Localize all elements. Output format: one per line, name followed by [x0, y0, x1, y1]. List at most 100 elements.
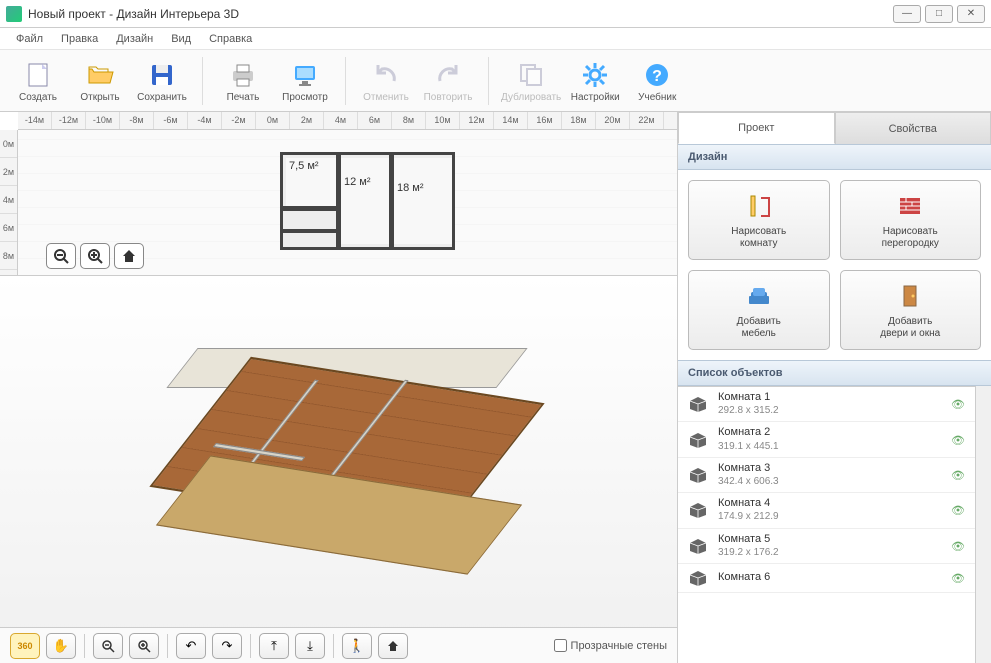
floorplan-2d[interactable]: 7,5 м² 12 м² 18 м² — [280, 152, 455, 250]
visibility-icon[interactable]: 👁 — [951, 572, 967, 584]
list-item[interactable]: Комната 1292.8 x 315.2 👁 — [678, 387, 975, 422]
duplicate-label: Дублировать — [501, 92, 561, 103]
side-panel: Проект Свойства Дизайн Нарисовать комнат… — [678, 112, 991, 663]
tab-project[interactable]: Проект — [678, 112, 835, 144]
view-3d-toolbar: 360 ✋ ↶ ↷ ⤒ ⤓ 🚶 Прозрачные стены — [0, 627, 677, 663]
undo-icon — [370, 59, 402, 91]
app-icon — [6, 6, 22, 22]
room-2d-1[interactable]: 7,5 м² — [286, 158, 336, 206]
transparent-walls-label: Прозрачные стены — [571, 640, 667, 652]
visibility-icon[interactable]: 👁 — [951, 504, 967, 516]
visibility-icon[interactable]: 👁 — [951, 434, 967, 446]
title-bar: Новый проект - Дизайн Интерьера 3D — □ ✕ — [0, 0, 991, 28]
list-item[interactable]: Комната 3342.4 x 606.3 👁 — [678, 458, 975, 493]
draw-room-button[interactable]: Нарисовать комнату — [688, 180, 830, 260]
save-button[interactable]: Сохранить — [134, 54, 190, 108]
save-label: Сохранить — [137, 92, 187, 103]
walk-button[interactable]: 🚶 — [342, 633, 372, 659]
rotate-right-button[interactable]: ↷ — [212, 633, 242, 659]
create-label: Создать — [19, 92, 57, 103]
list-item[interactable]: Комната 2319.1 x 445.1 👁 — [678, 422, 975, 457]
menu-bar: Файл Правка Дизайн Вид Справка — [0, 28, 991, 50]
menu-file[interactable]: Файл — [8, 31, 51, 47]
transparent-walls-checkbox[interactable]: Прозрачные стены — [554, 639, 667, 652]
zoom-in-3d-button[interactable] — [129, 633, 159, 659]
list-item-text: Комната 1292.8 x 315.2 — [718, 391, 943, 417]
open-label: Открыть — [80, 92, 119, 103]
home-3d-button[interactable] — [378, 633, 408, 659]
home-2d-button[interactable] — [114, 243, 144, 269]
preview-label: Просмотр — [282, 92, 328, 103]
save-icon — [146, 59, 178, 91]
room-cube-icon — [686, 536, 710, 556]
list-item[interactable]: Комната 6 👁 — [678, 564, 975, 593]
draw-partition-button[interactable]: Нарисовать перегородку — [840, 180, 982, 260]
tutorial-button[interactable]: ? Учебник — [629, 54, 685, 108]
pan-button[interactable]: ✋ — [46, 633, 76, 659]
add-doors-button[interactable]: Добавить двери и окна — [840, 270, 982, 350]
undo-button[interactable]: Отменить — [358, 54, 414, 108]
visibility-icon[interactable]: 👁 — [951, 398, 967, 410]
object-list[interactable]: Комната 1292.8 x 315.2 👁 Комната 2319.1 … — [678, 386, 975, 663]
print-button[interactable]: Печать — [215, 54, 271, 108]
transparent-walls-input[interactable] — [554, 639, 567, 652]
ruler-horizontal: -14м-12м-10м-8м-6м-4м-2м0м2м4м6м8м10м12м… — [18, 112, 677, 130]
redo-button[interactable]: Повторить — [420, 54, 476, 108]
menu-help[interactable]: Справка — [201, 31, 260, 47]
monitor-icon — [289, 59, 321, 91]
add-doors-label: Добавить двери и окна — [880, 316, 940, 340]
zoom-out-3d-button[interactable] — [93, 633, 123, 659]
menu-view[interactable]: Вид — [163, 31, 199, 47]
open-button[interactable]: Открыть — [72, 54, 128, 108]
plan-3d-view[interactable]: 360 ✋ ↶ ↷ ⤒ ⤓ 🚶 Прозрачные стены — [0, 276, 677, 663]
new-file-icon — [22, 59, 54, 91]
room-2d-2[interactable]: 12 м² — [341, 158, 389, 244]
tutorial-label: Учебник — [638, 92, 676, 103]
view-360-button[interactable]: 360 — [10, 633, 40, 659]
visibility-icon[interactable]: 👁 — [951, 540, 967, 552]
list-item[interactable]: Комната 4174.9 x 212.9 👁 — [678, 493, 975, 528]
scrollbar[interactable] — [975, 386, 991, 663]
list-item-text: Комната 6 — [718, 571, 943, 584]
section-objects-header: Список объектов — [678, 360, 991, 386]
printer-icon — [227, 59, 259, 91]
list-item-text: Комната 4174.9 x 212.9 — [718, 497, 943, 523]
create-button[interactable]: Создать — [10, 54, 66, 108]
preview-button[interactable]: Просмотр — [277, 54, 333, 108]
room-cube-icon — [686, 500, 710, 520]
list-item[interactable]: Комната 5319.2 x 176.2 👁 — [678, 529, 975, 564]
menu-design[interactable]: Дизайн — [108, 31, 161, 47]
close-button[interactable]: ✕ — [957, 5, 985, 23]
add-furniture-button[interactable]: Добавить мебель — [688, 270, 830, 350]
tab-properties[interactable]: Свойства — [835, 112, 991, 144]
gear-icon — [579, 59, 611, 91]
settings-button[interactable]: Настройки — [567, 54, 623, 108]
draw-room-label: Нарисовать комнату — [731, 226, 786, 250]
room-3d-model[interactable] — [154, 350, 524, 560]
redo-label: Повторить — [424, 92, 473, 103]
room-2d-3[interactable]: 18 м² — [394, 158, 452, 244]
maximize-button[interactable]: □ — [925, 5, 953, 23]
svg-text:?: ? — [652, 68, 662, 85]
brick-wall-icon — [894, 190, 926, 222]
help-icon: ? — [641, 59, 673, 91]
zoom-in-2d-button[interactable] — [80, 243, 110, 269]
rotate-left-button[interactable]: ↶ — [176, 633, 206, 659]
armchair-icon — [743, 280, 775, 312]
window-title: Новый проект - Дизайн Интерьера 3D — [28, 7, 893, 21]
door-icon — [894, 280, 926, 312]
section-design-header: Дизайн — [678, 144, 991, 170]
tilt-up-button[interactable]: ⤒ — [259, 633, 289, 659]
duplicate-icon — [515, 59, 547, 91]
list-item-text: Комната 5319.2 x 176.2 — [718, 533, 943, 559]
room-cube-icon — [686, 394, 710, 414]
duplicate-button[interactable]: Дублировать — [501, 54, 561, 108]
tilt-down-button[interactable]: ⤓ — [295, 633, 325, 659]
plan-2d-view[interactable]: -14м-12м-10м-8м-6м-4м-2м0м2м4м6м8м10м12м… — [0, 112, 677, 276]
menu-edit[interactable]: Правка — [53, 31, 106, 47]
minimize-button[interactable]: — — [893, 5, 921, 23]
visibility-icon[interactable]: 👁 — [951, 469, 967, 481]
redo-icon — [432, 59, 464, 91]
ruler-vertical: 0м2м4м6м8м — [0, 130, 18, 275]
zoom-out-2d-button[interactable] — [46, 243, 76, 269]
